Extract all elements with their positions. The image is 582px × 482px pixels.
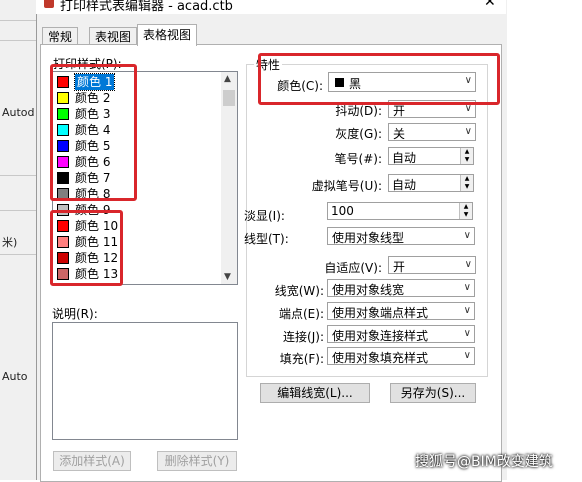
highlight-box-colors-10-13 [50,210,123,286]
tab-form-view[interactable]: 表格视图 [137,24,198,46]
delete-style-button[interactable]: 删除样式(Y) [157,451,237,471]
add-style-button[interactable]: 添加样式(A) [53,451,131,471]
lineweight-value: 使用对象线宽 [332,283,405,297]
line-end-value: 使用对象端点样式 [332,306,429,320]
spin-up-icon[interactable]: ▲ [460,148,473,156]
pen-number-label: 笔号(#): [334,152,382,166]
fill-label: 填充(F): [279,352,324,366]
line-join-value: 使用对象连接样式 [332,329,429,343]
chevron-down-icon: ∨ [464,259,472,270]
screening-spinner[interactable]: 100 ▲ ▼ [327,202,473,220]
chevron-down-icon: ∨ [463,230,471,241]
pen-number-spinner[interactable]: 自动 ▲ ▼ [388,147,474,165]
spin-up-icon[interactable]: ▲ [459,203,472,211]
spin-down-icon[interactable]: ▼ [460,156,473,164]
line-end-label: 端点(E): [279,307,324,321]
lineweight-label: 线宽(W): [274,284,324,298]
scroll-down-icon[interactable]: ▼ [224,272,231,282]
scroll-up-icon[interactable]: ▲ [224,74,231,84]
close-icon[interactable]: ✕ [484,0,496,10]
list-scrollbar[interactable]: ▲ ▼ [221,72,237,284]
fill-value: 使用对象填充样式 [332,351,429,365]
background-text: 米) [2,236,18,249]
window-title: 打印样式表编辑器 - acad.ctb [60,0,233,14]
pen-number-value: 自动 [392,151,417,165]
grayscale-dropdown[interactable]: 关 ∨ [388,123,476,141]
screening-value: 100 [331,204,354,218]
screening-label: 淡显(I): [244,209,285,223]
background-text: Autod [2,106,35,119]
highlight-box-color-property [258,53,500,105]
grayscale-label: 灰度(G): [335,127,382,141]
linetype-label: 线型(T): [244,232,289,246]
background-app: Autod 米) Auto [0,0,40,480]
background-right [507,0,582,480]
line-end-dropdown[interactable]: 使用对象端点样式 ∨ [327,302,475,320]
linetype-value: 使用对象线型 [332,231,405,245]
fill-dropdown[interactable]: 使用对象填充样式 ∨ [327,347,475,365]
background-text: Auto [2,370,28,383]
description-textarea[interactable] [52,322,238,440]
edit-lineweights-button[interactable]: 编辑线宽(L)... [260,383,370,403]
chevron-down-icon: ∨ [464,126,472,137]
description-label: 说明(R): [52,307,98,321]
spin-up-icon[interactable]: ▲ [460,175,473,183]
chevron-down-icon: ∨ [463,328,471,339]
grayscale-value: 关 [393,127,406,141]
chevron-down-icon: ∨ [463,305,471,316]
spin-down-icon[interactable]: ▼ [459,211,472,219]
line-join-label: 连接(J): [283,330,324,344]
adaptive-dropdown[interactable]: 开 ∨ [388,256,476,274]
watermark: 搜狐号@BIM改变建筑 [415,454,553,470]
virtual-pen-spinner[interactable]: 自动 ▲ ▼ [388,174,474,192]
spin-down-icon[interactable]: ▼ [460,183,473,191]
chevron-down-icon: ∨ [463,350,471,361]
line-join-dropdown[interactable]: 使用对象连接样式 ∨ [327,325,475,343]
adaptive-label: 自适应(V): [324,261,382,275]
app-icon [44,0,54,8]
virtual-pen-label: 虚拟笔号(U): [311,179,382,193]
linetype-dropdown[interactable]: 使用对象线型 ∨ [327,227,475,245]
adaptive-value: 开 [393,260,406,274]
chevron-down-icon: ∨ [463,282,471,293]
virtual-pen-value: 自动 [392,178,417,192]
lineweight-dropdown[interactable]: 使用对象线宽 ∨ [327,279,475,297]
scroll-thumb[interactable] [223,90,235,106]
highlight-box-colors-1-8 [50,64,137,201]
save-as-button[interactable]: 另存为(S)... [390,383,476,403]
